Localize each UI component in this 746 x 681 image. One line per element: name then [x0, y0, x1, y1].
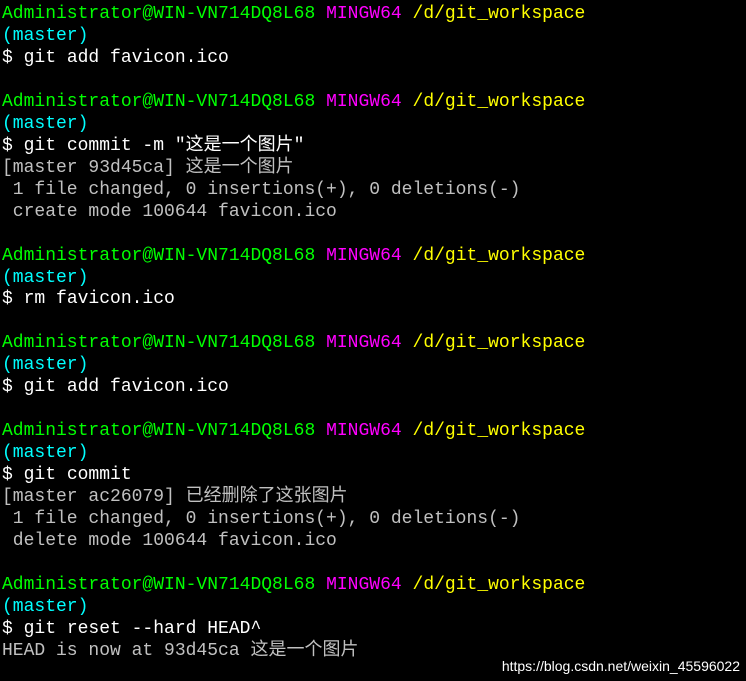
dollar: $: [2, 48, 24, 68]
env: MINGW64: [326, 575, 402, 595]
branch: (master): [2, 26, 88, 46]
branch: (master): [2, 268, 88, 288]
command-line[interactable]: $ git reset --hard HEAD^: [2, 619, 744, 641]
prompt-line: Administrator@WIN-VN714DQ8L68 MINGW64 /d…: [2, 575, 744, 597]
path: /d/git_workspace: [413, 246, 586, 266]
output-line: 1 file changed, 0 insertions(+), 0 delet…: [2, 509, 744, 531]
branch: (master): [2, 597, 88, 617]
branch: (master): [2, 355, 88, 375]
output-line: [master 93d45ca] 这是一个图片: [2, 158, 744, 180]
path: /d/git_workspace: [413, 575, 586, 595]
watermark: https://blog.csdn.net/weixin_45596022: [502, 658, 740, 675]
branch: (master): [2, 114, 88, 134]
prompt-line: Administrator@WIN-VN714DQ8L68 MINGW64 /d…: [2, 246, 744, 268]
blank-line: [2, 399, 744, 421]
command-text: git commit: [24, 465, 132, 485]
command-text: rm favicon.ico: [24, 289, 175, 309]
dollar: $: [2, 289, 24, 309]
user-host: Administrator@WIN-VN714DQ8L68: [2, 246, 315, 266]
output-line: create mode 100644 favicon.ico: [2, 202, 744, 224]
dollar: $: [2, 136, 24, 156]
path: /d/git_workspace: [413, 421, 586, 441]
branch-line: (master): [2, 355, 744, 377]
branch-line: (master): [2, 597, 744, 619]
user-host: Administrator@WIN-VN714DQ8L68: [2, 92, 315, 112]
dollar: $: [2, 465, 24, 485]
path: /d/git_workspace: [413, 4, 586, 24]
command-text: git commit -m "这是一个图片": [24, 136, 305, 156]
prompt-line: Administrator@WIN-VN714DQ8L68 MINGW64 /d…: [2, 421, 744, 443]
command-text: git add favicon.ico: [24, 377, 229, 397]
branch-line: (master): [2, 26, 744, 48]
command-line[interactable]: $ rm favicon.ico: [2, 289, 744, 311]
command-text: git add favicon.ico: [24, 48, 229, 68]
prompt-line: Administrator@WIN-VN714DQ8L68 MINGW64 /d…: [2, 333, 744, 355]
env: MINGW64: [326, 246, 402, 266]
branch-line: (master): [2, 114, 744, 136]
command-line[interactable]: $ git commit -m "这是一个图片": [2, 136, 744, 158]
path: /d/git_workspace: [413, 333, 586, 353]
command-line[interactable]: $ git add favicon.ico: [2, 377, 744, 399]
command-line[interactable]: $ git add favicon.ico: [2, 48, 744, 70]
output-line: [master ac26079] 已经删除了这张图片: [2, 487, 744, 509]
user-host: Administrator@WIN-VN714DQ8L68: [2, 575, 315, 595]
command-line[interactable]: $ git commit: [2, 465, 744, 487]
user-host: Administrator@WIN-VN714DQ8L68: [2, 421, 315, 441]
branch-line: (master): [2, 443, 744, 465]
prompt-line: Administrator@WIN-VN714DQ8L68 MINGW64 /d…: [2, 4, 744, 26]
user-host: Administrator@WIN-VN714DQ8L68: [2, 333, 315, 353]
dollar: $: [2, 377, 24, 397]
blank-line: [2, 553, 744, 575]
blank-line: [2, 311, 744, 333]
prompt-line: Administrator@WIN-VN714DQ8L68 MINGW64 /d…: [2, 92, 744, 114]
branch: (master): [2, 443, 88, 463]
path: /d/git_workspace: [413, 92, 586, 112]
command-text: git reset --hard HEAD^: [24, 619, 262, 639]
env: MINGW64: [326, 4, 402, 24]
output-line: delete mode 100644 favicon.ico: [2, 531, 744, 553]
branch-line: (master): [2, 268, 744, 290]
terminal-output[interactable]: Administrator@WIN-VN714DQ8L68 MINGW64 /d…: [2, 4, 744, 663]
output-line: 1 file changed, 0 insertions(+), 0 delet…: [2, 180, 744, 202]
env: MINGW64: [326, 421, 402, 441]
env: MINGW64: [326, 92, 402, 112]
user-host: Administrator@WIN-VN714DQ8L68: [2, 4, 315, 24]
blank-line: [2, 224, 744, 246]
blank-line: [2, 70, 744, 92]
dollar: $: [2, 619, 24, 639]
env: MINGW64: [326, 333, 402, 353]
